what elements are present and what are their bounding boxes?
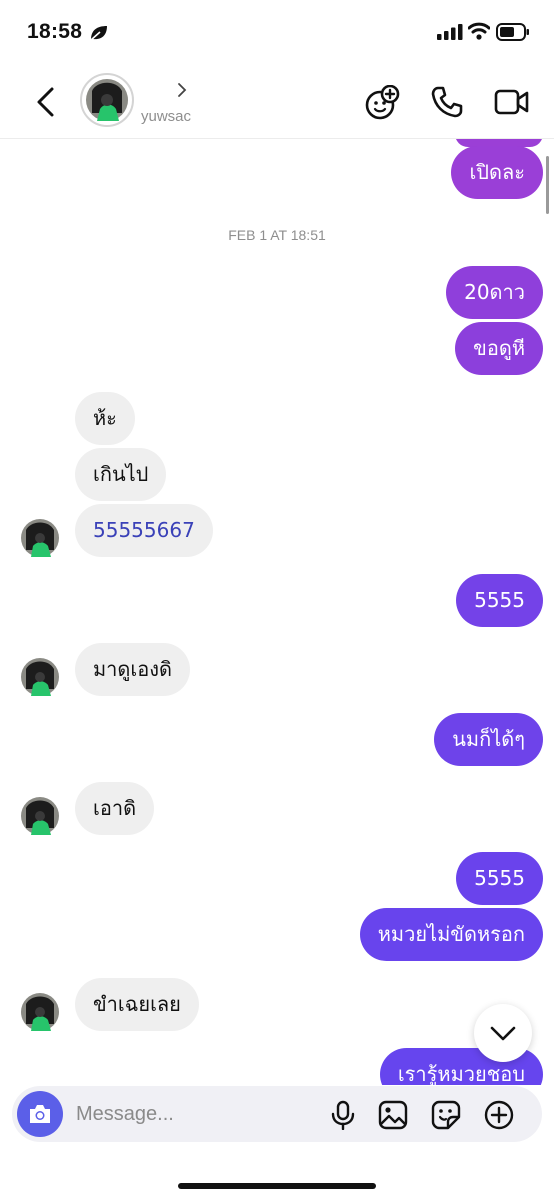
scroll-to-bottom-button[interactable] <box>474 1004 532 1062</box>
gallery-icon[interactable] <box>378 1100 408 1130</box>
message-list[interactable]: เปิดละ FEB 1 AT 18:51 20ดาว ขอดูหี ห้ะ เ… <box>0 139 554 1085</box>
message-bubble-outgoing[interactable]: 5555 <box>456 852 543 905</box>
phone-icon[interactable] <box>430 85 464 119</box>
back-chevron-icon[interactable] <box>34 86 56 118</box>
username[interactable]: yuwsac <box>141 108 191 125</box>
status-time: 18:58 <box>27 20 83 43</box>
sender-avatar[interactable] <box>21 658 59 696</box>
message-input[interactable] <box>76 1086 316 1142</box>
chevron-down-icon <box>490 1026 516 1041</box>
sender-avatar[interactable] <box>21 519 59 557</box>
sender-avatar[interactable] <box>21 797 59 835</box>
profile-avatar[interactable] <box>80 73 134 127</box>
message-bubble-incoming[interactable]: ห้ะ <box>75 392 135 445</box>
camera-icon <box>30 1105 50 1123</box>
scrollbar[interactable] <box>546 156 549 214</box>
message-bubble-incoming[interactable]: เกินไป <box>75 448 167 501</box>
message-bubble-incoming-link[interactable]: 55555667 <box>75 504 213 557</box>
video-camera-icon[interactable] <box>494 85 530 119</box>
message-timestamp: FEB 1 AT 18:51 <box>228 227 326 243</box>
avatar-image <box>86 79 128 121</box>
battery-icon <box>496 23 529 41</box>
wifi-icon <box>468 22 490 40</box>
camera-button[interactable] <box>17 1091 63 1137</box>
message-composer <box>12 1086 542 1142</box>
chevron-right-icon[interactable] <box>175 81 189 99</box>
plus-icon[interactable] <box>484 1100 514 1130</box>
microphone-icon[interactable] <box>330 1100 356 1130</box>
message-bubble-outgoing[interactable]: 20ดาว <box>446 266 543 319</box>
status-bar: 18:58 <box>0 0 554 66</box>
message-bubble-outgoing[interactable]: เปิดละ <box>451 146 543 199</box>
chat-header: yuwsac <box>0 66 554 139</box>
message-bubble-incoming[interactable]: เอาดิ <box>75 782 155 835</box>
sender-avatar[interactable] <box>21 993 59 1031</box>
message-bubble-incoming[interactable]: มาดูเองดิ <box>75 643 191 696</box>
home-indicator[interactable] <box>178 1183 376 1189</box>
message-bubble-incoming[interactable]: ขำเฉยเลย <box>75 978 199 1031</box>
message-bubble-outgoing[interactable]: หมวยไม่ขัดหรอก <box>359 908 543 961</box>
emoji-group-icon[interactable] <box>364 85 400 121</box>
sticker-icon[interactable] <box>431 1100 461 1130</box>
message-bubble-outgoing[interactable]: ขอดูหี <box>455 322 543 375</box>
message-bubble-outgoing[interactable]: 5555 <box>456 574 543 627</box>
message-bubble-outgoing[interactable]: นมก็ได้ๆ <box>434 713 543 766</box>
cell-signal-icon <box>437 24 463 40</box>
focus-leaf-icon <box>90 26 107 41</box>
